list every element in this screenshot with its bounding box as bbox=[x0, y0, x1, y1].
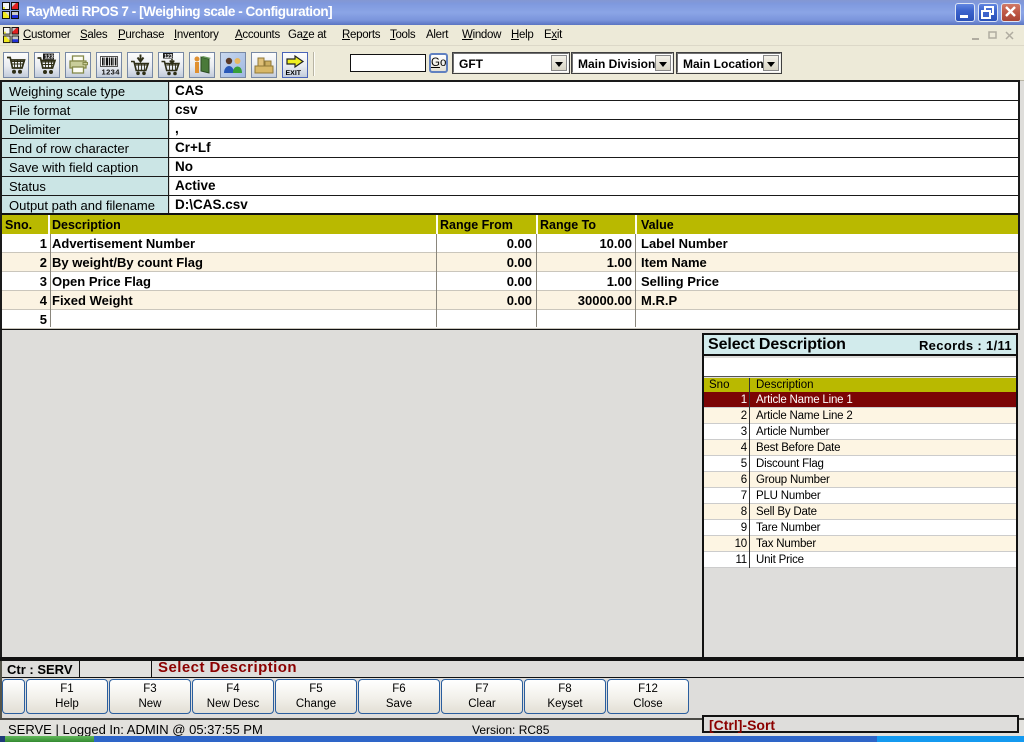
svg-text:EXIT: EXIT bbox=[286, 70, 302, 77]
svg-text:1234: 1234 bbox=[102, 68, 121, 77]
svg-text:123: 123 bbox=[164, 54, 173, 60]
svg-text:123: 123 bbox=[45, 55, 54, 61]
